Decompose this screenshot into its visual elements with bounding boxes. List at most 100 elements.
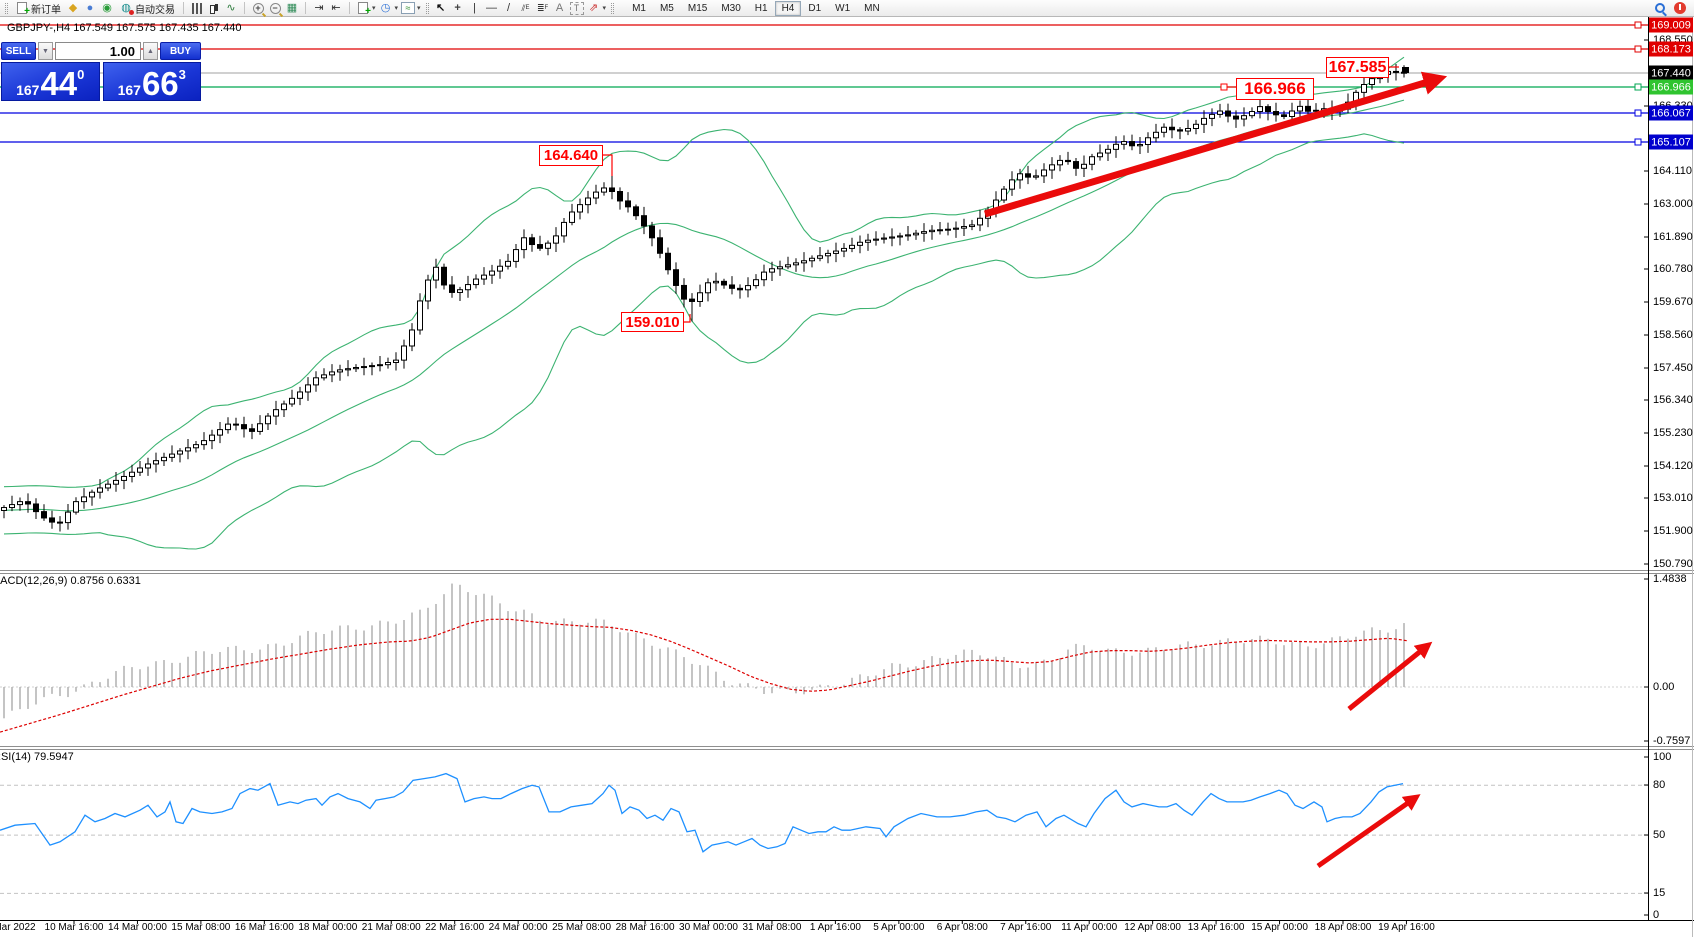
candle-body [1250,112,1255,116]
equidistant-channel-icon[interactable]: ⫽E [519,2,533,15]
crosshair-icon[interactable]: + [451,2,465,15]
candle-body [314,378,319,385]
candle-body [394,360,399,362]
chart-shift-icon[interactable]: ⇤ [329,2,343,15]
cursor-icon[interactable]: ↖ [434,2,448,15]
indicators-caret[interactable]: ▾ [417,4,421,12]
timeframe-button-M15[interactable]: M15 [681,1,714,16]
candle-body [770,269,775,272]
timeframe-button-MN[interactable]: MN [857,1,887,16]
candle-body [826,253,831,255]
toolbar-grip [5,3,8,14]
candle-body [1074,162,1079,169]
candle-body [1122,142,1127,145]
new-chart-icon[interactable] [356,2,370,15]
candle-body [338,370,343,372]
candle-body [466,285,471,290]
timeframe-button-M1[interactable]: M1 [625,1,653,16]
candle-body [194,445,199,448]
price-annotation[interactable]: 166.966 [1236,78,1314,100]
buy-price-panel[interactable]: 167663 [103,62,202,101]
trend-arrow-rsi[interactable] [1318,798,1415,866]
market-watch-icon[interactable]: ◆ [66,2,80,15]
candle-body [1178,130,1183,131]
arrows-tool-icon[interactable]: ⇗ [587,2,601,15]
search-icon[interactable] [1653,2,1667,15]
fibonacci-icon[interactable]: ≣F [536,2,550,15]
profiles-caret[interactable]: ▾ [395,4,399,12]
chart-profiles-icon[interactable]: ◷ [379,2,393,15]
candle-body [882,238,887,239]
annotation-handle [1221,84,1227,90]
candle-body [818,256,823,258]
candle-body [1218,111,1223,114]
candle-body [114,480,119,484]
separator [183,2,184,14]
volume-input[interactable] [55,42,141,60]
separator [349,2,350,14]
candle-body [66,512,71,522]
candle-body [274,410,279,416]
new-chart-caret[interactable]: ▾ [372,4,376,12]
candle-body [922,232,927,234]
candle-body [450,285,455,292]
price-annotation[interactable]: 167.585 [1326,57,1389,78]
separator [305,2,306,14]
candle-body [594,192,599,198]
timeframe-button-W1[interactable]: W1 [828,1,857,16]
candle-body [378,365,383,366]
price-annotation[interactable]: 164.640 [539,145,603,166]
price-annotation[interactable]: 159.010 [621,312,684,332]
trend-arrow-main[interactable] [985,79,1438,214]
tile-windows-icon[interactable]: ▦ [285,2,299,15]
text-icon[interactable]: A [553,2,567,15]
zoom-out-icon[interactable]: − [268,2,282,15]
candle-body [1194,124,1199,128]
signals-icon[interactable]: ◉ [100,2,114,15]
candle-body [322,375,327,378]
candle-body [1362,84,1367,92]
profile-icon[interactable]: ● [83,2,97,15]
timeframe-button-D1[interactable]: D1 [801,1,828,16]
timeframe-button-M30[interactable]: M30 [714,1,747,16]
auto-trading-button[interactable]: ◍ 自动交易 [117,1,177,16]
candle-body [282,404,287,410]
candle-body [474,279,479,285]
candle-body [1274,112,1279,115]
text-label-icon[interactable]: T [570,2,584,15]
arrows-caret[interactable]: ▾ [603,4,607,12]
candle-body [98,488,103,492]
candle-body [890,237,895,238]
candle-body [498,266,503,271]
candle-body [842,248,847,251]
candle-body [570,212,575,222]
candle-body [730,285,735,288]
notifications-icon[interactable] [1673,2,1687,15]
candle-body [1306,106,1311,111]
candle-body [1034,176,1039,177]
line-chart-icon[interactable]: ∿ [224,2,238,15]
zoom-in-icon[interactable]: + [251,2,265,15]
new-order-button[interactable]: 新订单 [13,1,63,16]
buy-button[interactable]: BUY [160,42,201,60]
sell-button[interactable]: SELL [1,42,36,60]
horizontal-line-icon[interactable]: — [485,2,499,15]
candlestick-chart-icon[interactable] [207,2,221,15]
candle-body [714,281,719,282]
sell-price-panel[interactable]: 167440 [1,62,100,101]
timeframe-button-M5[interactable]: M5 [653,1,681,16]
timeframe-button-H4[interactable]: H4 [775,1,802,16]
indicators-icon[interactable]: ≈ [401,2,415,15]
candle-body [634,207,639,216]
auto-scroll-icon[interactable]: ⇥ [312,2,326,15]
candle-body [202,441,207,445]
volume-decrease-button[interactable]: ▼ [38,42,53,60]
chart-canvas[interactable] [0,0,1694,937]
bar-chart-icon[interactable] [190,2,204,15]
vertical-line-icon[interactable]: | [468,2,482,15]
timeframe-button-H1[interactable]: H1 [748,1,775,16]
sell-price-big: 44 [40,70,77,97]
volume-increase-button[interactable]: ▲ [143,42,158,60]
trendline-icon[interactable]: / [502,2,516,15]
candle-body [250,429,255,432]
